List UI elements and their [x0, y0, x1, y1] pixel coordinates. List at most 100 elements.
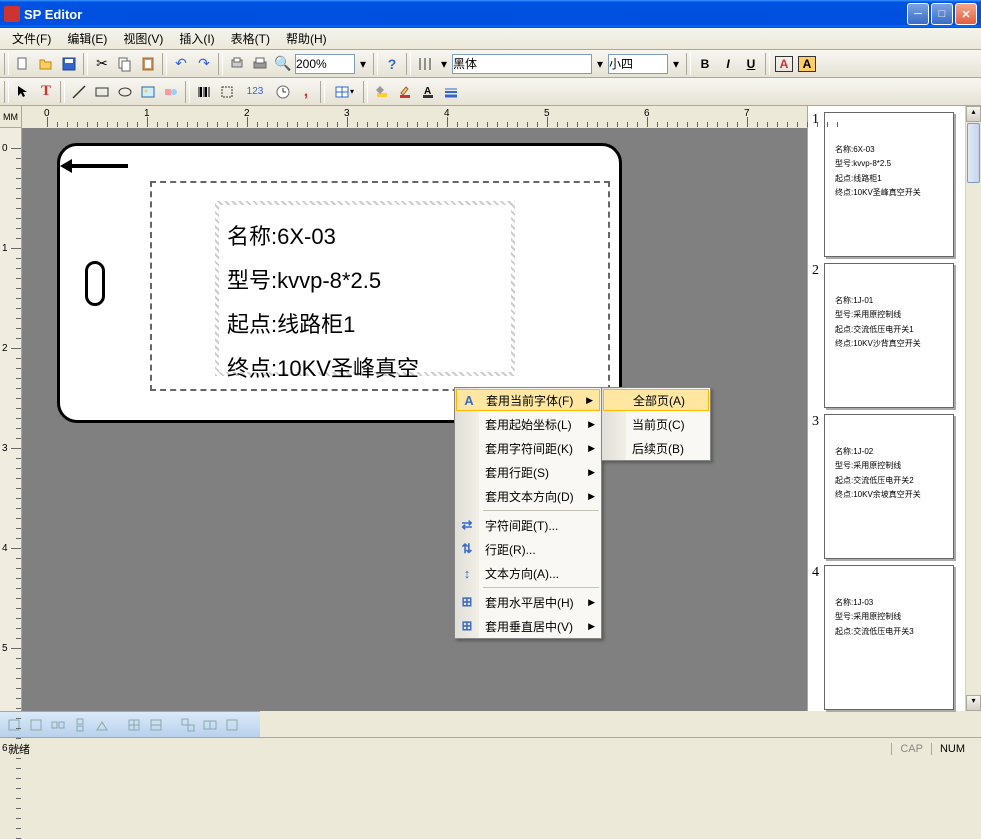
bottom-btn-8[interactable] — [178, 715, 198, 735]
ctx-textdir[interactable]: ↕文本方向(A)... — [455, 561, 601, 585]
barcode-tool[interactable] — [193, 81, 215, 103]
font-icon: A — [461, 392, 477, 408]
copy-button[interactable] — [114, 53, 136, 75]
ctx-apply-textdir[interactable]: 套用文本方向(D)▶ — [455, 484, 601, 508]
vertical-ruler[interactable]: 0123456 — [0, 128, 22, 711]
new-button[interactable] — [12, 53, 34, 75]
context-submenu: 全部页(A) 当前页(C) 后续页(B) — [601, 387, 711, 461]
paste-button[interactable] — [137, 53, 159, 75]
menu-insert[interactable]: 插入(I) — [171, 27, 222, 50]
ctx-linespace[interactable]: ⇅行距(R)... — [455, 537, 601, 561]
redo-button[interactable]: ↷ — [193, 53, 215, 75]
ctx-apply-charspace[interactable]: 套用字符间距(K)▶ — [455, 436, 601, 460]
bottom-btn-6[interactable] — [124, 715, 144, 735]
label-line-1[interactable]: 名称:6X-03 — [227, 215, 503, 259]
select-area-tool[interactable] — [216, 81, 238, 103]
close-button[interactable]: ✕ — [955, 3, 977, 25]
scroll-down-button[interactable]: ▾ — [966, 695, 981, 711]
bottom-btn-9[interactable] — [200, 715, 220, 735]
titlebar: SP Editor ─ □ ✕ — [0, 0, 981, 28]
minimize-button[interactable]: ─ — [907, 3, 929, 25]
scroll-thumb[interactable] — [967, 123, 980, 183]
sub-following-pages[interactable]: 后续页(B) — [602, 436, 710, 460]
comma-tool[interactable]: , — [295, 81, 317, 103]
thumbnail-item[interactable]: 2名称:1J-01型号:采用原控制线起点:交流低压电开关1终点:10KV沙背真空… — [812, 263, 961, 408]
label-line-2[interactable]: 型号:kvvp-8*2.5 — [227, 259, 503, 303]
ctx-charspace[interactable]: ⇄字符间距(T)... — [455, 513, 601, 537]
hcenter-icon: ⊞ — [459, 594, 475, 610]
font-size-combo[interactable] — [608, 54, 668, 74]
ctx-vcenter[interactable]: ⊞套用垂直居中(V)▶ — [455, 614, 601, 638]
label-line-4[interactable]: 终点:10KV圣峰真空 — [227, 347, 503, 391]
zoom-combo[interactable] — [295, 54, 355, 74]
scroll-up-button[interactable]: ▴ — [966, 106, 981, 122]
line-color-tool[interactable] — [394, 81, 416, 103]
cut-button[interactable]: ✂ — [91, 53, 113, 75]
thumbnail-item[interactable]: 4名称:1J-03型号:采用原控制线起点:交流低压电开关3 — [812, 565, 961, 710]
align-tool-button[interactable] — [414, 53, 436, 75]
rect-tool[interactable] — [91, 81, 113, 103]
font-name-combo[interactable] — [452, 54, 592, 74]
thumbnail-scrollbar[interactable]: ▴ ▾ — [965, 106, 981, 711]
print-button[interactable] — [249, 53, 271, 75]
line-style-tool[interactable] — [440, 81, 462, 103]
ctx-apply-font[interactable]: A套用当前字体(F)▶ — [456, 389, 600, 411]
ctx-apply-linespace[interactable]: 套用行距(S)▶ — [455, 460, 601, 484]
bottom-btn-5[interactable] — [92, 715, 112, 735]
bottom-btn-2[interactable] — [26, 715, 46, 735]
bottom-btn-10[interactable] — [222, 715, 242, 735]
zoom-tool-button[interactable]: 🔍 — [272, 53, 294, 75]
bold-button[interactable]: B — [694, 53, 716, 75]
label-line-3[interactable]: 起点:线路柜1 — [227, 303, 503, 347]
ctx-hcenter[interactable]: ⊞套用水平居中(H)▶ — [455, 590, 601, 614]
underline-button[interactable]: U — [740, 53, 762, 75]
undo-button[interactable]: ↶ — [170, 53, 192, 75]
help-button[interactable]: ? — [381, 53, 403, 75]
status-cap: CAP — [891, 743, 931, 755]
text-selection-box[interactable]: 名称:6X-03 型号:kvvp-8*2.5 起点:线路柜1 终点:10KV圣峰… — [215, 201, 515, 376]
highlight-button[interactable]: A — [796, 53, 818, 75]
bottom-btn-7[interactable] — [146, 715, 166, 735]
bottom-btn-4[interactable] — [70, 715, 90, 735]
zoom-dropdown[interactable]: ▾ — [356, 53, 370, 75]
thumbnail-item[interactable]: 3名称:1J-02型号:采用原控制线起点:交流低压电开关2终点:10KV余坡真空… — [812, 414, 961, 559]
line-tool[interactable] — [68, 81, 90, 103]
charspace-icon: ⇄ — [459, 517, 475, 533]
thumbnail-item[interactable]: 1名称:6X-03型号:kvvp-8*2.5起点:线路柜1终点:10KV圣峰真空… — [812, 112, 961, 257]
font-color-tool[interactable]: A — [417, 81, 439, 103]
text-tool[interactable]: T — [35, 81, 57, 103]
pointer-tool[interactable] — [12, 81, 34, 103]
status-num: NUM — [931, 743, 973, 755]
menu-edit[interactable]: 编辑(E) — [59, 27, 115, 50]
font-size-dropdown[interactable]: ▾ — [669, 53, 683, 75]
bottom-btn-3[interactable] — [48, 715, 68, 735]
canvas[interactable]: 名称:6X-03 型号:kvvp-8*2.5 起点:线路柜1 终点:10KV圣峰… — [22, 128, 807, 711]
image-tool[interactable] — [137, 81, 159, 103]
font-name-dropdown[interactable]: ▾ — [593, 53, 607, 75]
textdir-icon: ↕ — [459, 565, 475, 581]
ctx-apply-origin[interactable]: 套用起始坐标(L)▶ — [455, 412, 601, 436]
time-tool[interactable] — [272, 81, 294, 103]
thumbnail-panel: 1名称:6X-03型号:kvvp-8*2.5起点:线路柜1终点:10KV圣峰真空… — [807, 106, 981, 711]
align-dropdown[interactable]: ▾ — [437, 53, 451, 75]
bottom-btn-1[interactable] — [4, 715, 24, 735]
svg-text:A: A — [424, 86, 431, 97]
menu-table[interactable]: 表格(T) — [223, 27, 278, 50]
serial-tool[interactable]: 123 — [239, 81, 271, 103]
shape-tool[interactable] — [160, 81, 182, 103]
font-color-button[interactable]: A — [773, 53, 795, 75]
table-tool[interactable]: ▾ — [328, 81, 360, 103]
label-card[interactable]: 名称:6X-03 型号:kvvp-8*2.5 起点:线路柜1 终点:10KV圣峰… — [57, 143, 622, 423]
ellipse-tool[interactable] — [114, 81, 136, 103]
menu-view[interactable]: 视图(V) — [115, 27, 171, 50]
menu-file[interactable]: 文件(F) — [4, 27, 59, 50]
print-preview-button[interactable] — [226, 53, 248, 75]
sub-all-pages[interactable]: 全部页(A) — [603, 389, 709, 411]
menu-help[interactable]: 帮助(H) — [278, 27, 335, 50]
open-button[interactable] — [35, 53, 57, 75]
sub-current-page[interactable]: 当前页(C) — [602, 412, 710, 436]
italic-button[interactable]: I — [717, 53, 739, 75]
maximize-button[interactable]: □ — [931, 3, 953, 25]
save-button[interactable] — [58, 53, 80, 75]
fill-color-tool[interactable] — [371, 81, 393, 103]
